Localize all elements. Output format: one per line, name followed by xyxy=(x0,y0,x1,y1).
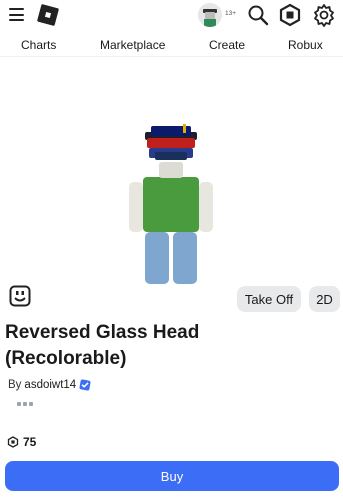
by-prefix: By xyxy=(8,379,22,391)
verified-badge-icon xyxy=(79,379,91,391)
item-title-line2: (Recolorable) xyxy=(5,348,127,369)
emote-icon[interactable] xyxy=(9,285,31,307)
nav-charts[interactable]: Charts xyxy=(21,38,56,52)
item-title-line1: Reversed Glass Head xyxy=(5,322,200,343)
creator-line: By asdoiwt14 xyxy=(8,379,91,391)
price-value: 75 xyxy=(23,435,37,449)
gear-icon[interactable] xyxy=(312,3,336,27)
menu-icon[interactable] xyxy=(9,8,24,21)
more-options-icon[interactable] xyxy=(17,402,35,408)
roblox-logo[interactable] xyxy=(36,3,60,27)
take-off-button[interactable]: Take Off xyxy=(237,286,301,312)
buy-button[interactable]: Buy xyxy=(5,461,339,491)
price-display: 75 xyxy=(7,435,36,449)
nav-robux[interactable]: Robux xyxy=(288,38,323,52)
age-badge: 13+ xyxy=(225,10,237,17)
item-preview[interactable] xyxy=(0,58,343,320)
item-title: Reversed Glass Head (Recolorable) xyxy=(5,320,335,372)
avatar-3d-model[interactable] xyxy=(119,122,223,342)
robux-icon[interactable] xyxy=(278,3,302,27)
top-bar: 13+ xyxy=(0,0,343,32)
view-2d-button[interactable]: 2D xyxy=(309,286,340,312)
avatar[interactable] xyxy=(198,3,222,27)
nav-create[interactable]: Create xyxy=(209,38,245,52)
main-nav: Charts Marketplace Create Robux xyxy=(0,33,343,57)
search-icon[interactable] xyxy=(246,3,270,27)
robux-icon xyxy=(7,436,19,448)
nav-marketplace[interactable]: Marketplace xyxy=(100,38,165,52)
creator-name[interactable]: asdoiwt14 xyxy=(24,379,76,391)
